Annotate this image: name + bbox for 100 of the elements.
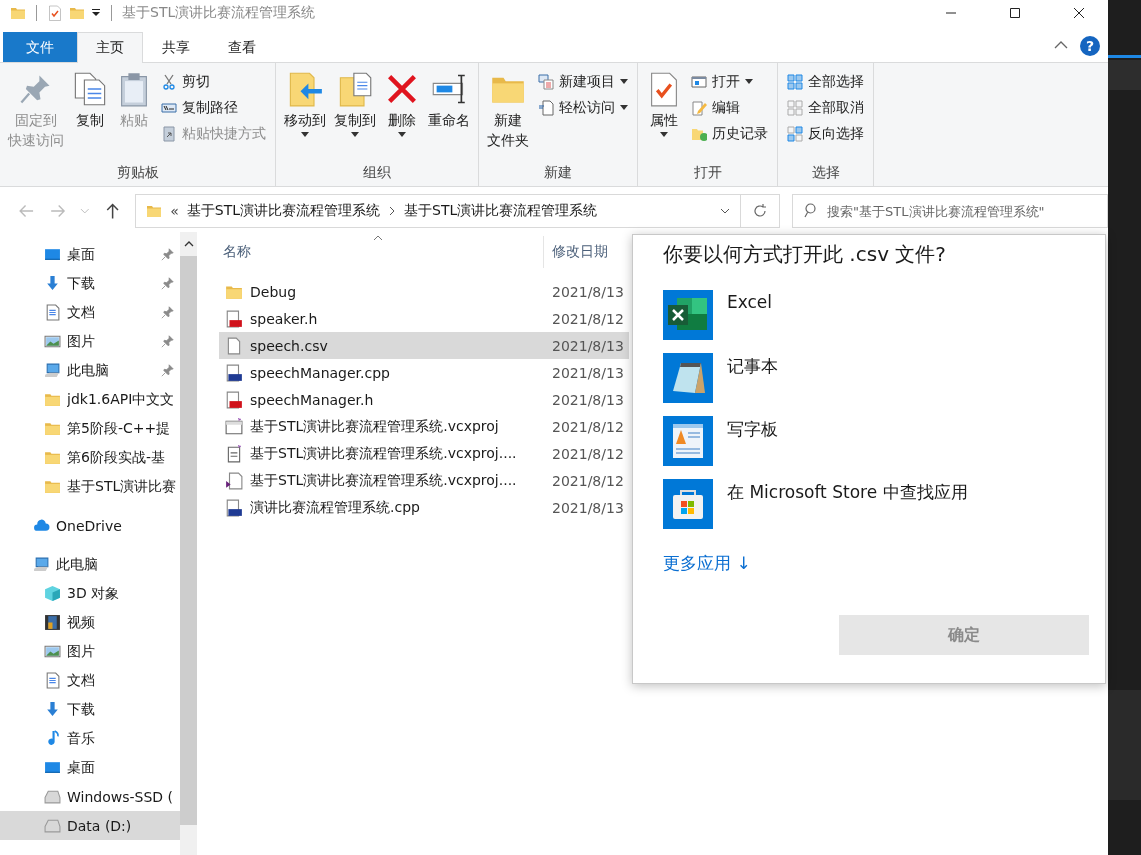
ribbon-tab[interactable]: 主页 [77, 32, 143, 63]
chevron-icon[interactable] [388, 206, 397, 216]
file-row[interactable]: 基于STL演讲比赛流程管理系统.vcxproj 2021/8/12 [219, 413, 629, 440]
forward-icon[interactable] [49, 202, 67, 220]
sidebar-item[interactable]: 第6阶段实战-基 [0, 443, 180, 472]
grid-icon [787, 125, 803, 142]
column-header[interactable]: 修改日期 [543, 236, 608, 268]
app-option[interactable]: 写字板 [663, 416, 1105, 466]
sidebar-item[interactable]: 此电脑 [0, 550, 180, 579]
file-name: Debug [250, 283, 297, 300]
sidebar-item[interactable]: 图片 [0, 327, 180, 356]
help-button[interactable]: ? [1080, 36, 1100, 56]
file-date: 2021/8/13 [552, 499, 624, 516]
picture-icon [44, 643, 61, 660]
sidebar-item[interactable]: 文档 [0, 298, 180, 327]
file-row[interactable]: speechManager.h 2021/8/13 [219, 386, 629, 413]
ribbon-button[interactable]: 复制 [70, 67, 110, 133]
pin-icon[interactable] [161, 277, 174, 290]
sidebar-item[interactable]: Data (D:) [0, 811, 180, 840]
ribbon-tab[interactable]: 文件 [3, 32, 77, 62]
sidebar-item[interactable]: 下载 [0, 695, 180, 724]
ribbon-button[interactable]: 新建项目 [535, 69, 631, 94]
app-option[interactable]: Excel [663, 290, 1105, 340]
notepad-icon [663, 353, 713, 403]
pin-icon[interactable] [161, 335, 174, 348]
edit-icon [691, 99, 707, 116]
search-field[interactable]: 搜索"基于STL演讲比赛流程管理系统" [792, 194, 1108, 228]
spreadsheet-icon [663, 290, 713, 340]
header-file-icon [225, 390, 243, 409]
cpp-file-icon [225, 363, 243, 382]
refresh-button[interactable] [741, 194, 781, 228]
new-item-icon [538, 73, 554, 90]
drive-icon [44, 788, 61, 805]
sidebar-item[interactable]: 第5阶段-C++提 [0, 414, 180, 443]
ribbon-button[interactable]: 全部选择 [784, 69, 867, 94]
sidebar-item[interactable]: 音乐 [0, 724, 180, 753]
file-row[interactable]: Debug 2021/8/13 [219, 278, 629, 305]
group-label: 组织 [362, 164, 392, 182]
overflow-chevron[interactable]: « [170, 203, 179, 219]
breadcrumb[interactable]: 基于STL演讲比赛流程管理系统 [186, 202, 381, 220]
sidebar-item[interactable]: 视频 [0, 608, 180, 637]
more-apps-link[interactable]: 更多应用 ↓ [663, 552, 751, 575]
ribbon-tab[interactable]: 查看 [209, 32, 275, 62]
app-option[interactable]: 记事本 [663, 353, 1105, 403]
ribbon-button[interactable]: 新建 文件夹 [485, 67, 531, 153]
film-icon [44, 614, 61, 631]
sidebar-item[interactable]: 文档 [0, 666, 180, 695]
file-row[interactable]: 演讲比赛流程管理系统.cpp 2021/8/13 [219, 494, 629, 521]
sidebar-item[interactable]: 图片 [0, 637, 180, 666]
collapse-icon[interactable] [1054, 40, 1068, 50]
ribbon-button[interactable]: 移动到 [282, 67, 328, 140]
sidebar-item[interactable]: 3D 对象 [0, 579, 180, 608]
ribbon-button[interactable]: 编辑 [688, 95, 771, 120]
grid-icon [787, 99, 803, 116]
ribbon-button[interactable]: 剪切 [158, 69, 269, 94]
dropdown-icon[interactable] [91, 7, 101, 18]
breadcrumb[interactable]: 基于STL演讲比赛流程管理系统 [404, 202, 598, 220]
document-icon [44, 672, 61, 689]
ribbon-button[interactable]: 全部取消 [784, 95, 867, 120]
ribbon-tab[interactable]: 共享 [143, 32, 209, 62]
ribbon-button[interactable]: 反向选择 [784, 121, 867, 146]
header-file-icon [225, 309, 243, 328]
ribbon-button[interactable]: 复制路径 [158, 95, 269, 120]
scissors-icon [161, 73, 177, 90]
file-row[interactable]: speechManager.cpp 2021/8/13 [219, 359, 629, 386]
monitor-icon [44, 759, 61, 776]
file-row[interactable]: speech.csv 2021/8/13 [219, 332, 629, 359]
folder-icon [146, 203, 163, 219]
address-bar[interactable]: « 基于STL演讲比赛流程管理系统 基于STL演讲比赛流程管理系统 [135, 194, 742, 228]
column-header[interactable]: 名称 [219, 243, 543, 261]
pin-icon[interactable] [161, 306, 174, 319]
file-row[interactable]: 基于STL演讲比赛流程管理系统.vcxproj.... 2021/8/12 [219, 440, 629, 467]
app-option[interactable]: 在 Microsoft Store 中查找应用 [663, 479, 1105, 529]
file-icon [225, 336, 243, 355]
ribbon-button[interactable]: 属性 [644, 67, 684, 140]
sidebar-item[interactable]: 基于STL演讲比赛 [0, 472, 180, 501]
ribbon-button[interactable]: 打开 [688, 69, 771, 94]
dropdown-icon[interactable] [720, 206, 731, 216]
sidebar-item[interactable]: 下载 [0, 269, 180, 298]
file-name: speaker.h [250, 310, 318, 327]
ribbon-button[interactable]: 删除 [382, 67, 422, 140]
sidebar-item[interactable]: Windows-SSD ( [0, 782, 180, 811]
scroll-up-icon[interactable] [183, 240, 194, 248]
close-icon [1073, 6, 1085, 19]
sidebar-item[interactable]: 此电脑 [0, 356, 180, 385]
pin-icon[interactable] [161, 364, 174, 377]
ribbon-button[interactable]: 历史记录 [688, 121, 771, 146]
window-title: 基于STL演讲比赛流程管理系统 [122, 3, 316, 22]
file-date: 2021/8/12 [552, 445, 624, 462]
ribbon-button[interactable]: 重命名 [426, 67, 472, 133]
file-row[interactable]: 基于STL演讲比赛流程管理系统.vcxproj.... 2021/8/12 [219, 467, 629, 494]
ribbon-button[interactable]: 轻松访问 [535, 95, 631, 120]
sidebar-item[interactable]: 桌面 [0, 240, 180, 269]
sidebar-item[interactable]: OneDrive [0, 511, 180, 540]
sidebar-item[interactable]: jdk1.6API中文文 [0, 385, 180, 414]
file-row[interactable]: speaker.h 2021/8/12 [219, 305, 629, 332]
properties-icon[interactable] [47, 4, 63, 21]
pin-icon[interactable] [161, 248, 174, 261]
ribbon-button[interactable]: 复制到 [332, 67, 378, 140]
sidebar-item[interactable]: 桌面 [0, 753, 180, 782]
